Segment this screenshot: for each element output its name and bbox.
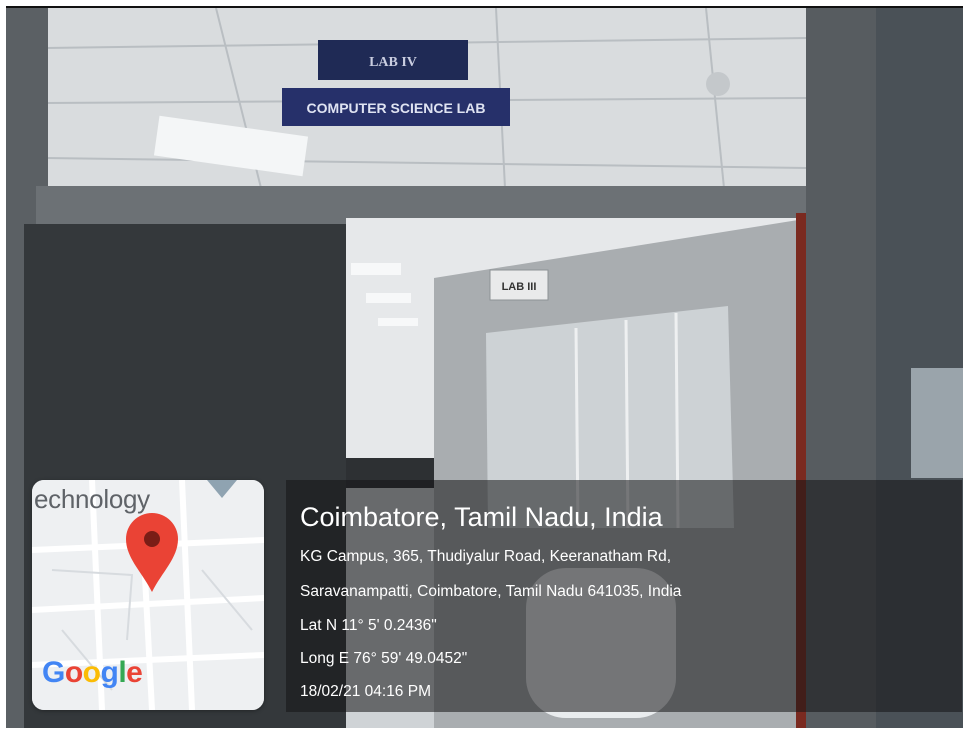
timestamp: 18/02/21 04:16 PM bbox=[300, 683, 431, 700]
right-window bbox=[911, 368, 963, 478]
map-area-label: echnology bbox=[34, 484, 150, 514]
latitude: Lat N 11° 5' 0.2436" bbox=[300, 617, 437, 634]
location-city: Coimbatore, Tamil Nadu, India bbox=[300, 502, 663, 532]
longitude: Long E 76° 59' 49.0452" bbox=[300, 650, 468, 667]
map-thumbnail: echnology Google bbox=[32, 480, 264, 710]
sign-lab-iv-text: LAB IV bbox=[369, 55, 417, 70]
photo-frame: LAB IV COMPUTER SCIENCE LAB LAB III echn… bbox=[6, 6, 963, 728]
sign-lab-iii-text: LAB III bbox=[502, 281, 537, 293]
location-pin-icon bbox=[126, 513, 178, 592]
address-line-2: Saravanampatti, Coimbatore, Tamil Nadu 6… bbox=[300, 583, 682, 600]
address-line-1: KG Campus, 365, Thudiyalur Road, Keerana… bbox=[300, 548, 672, 565]
sign-cs-lab-text: COMPUTER SCIENCE LAB bbox=[307, 100, 486, 116]
geotag-info-panel: Coimbatore, Tamil Nadu, India KG Campus,… bbox=[286, 480, 962, 712]
google-logo: Google bbox=[42, 656, 143, 689]
smoke-detector bbox=[706, 72, 730, 96]
